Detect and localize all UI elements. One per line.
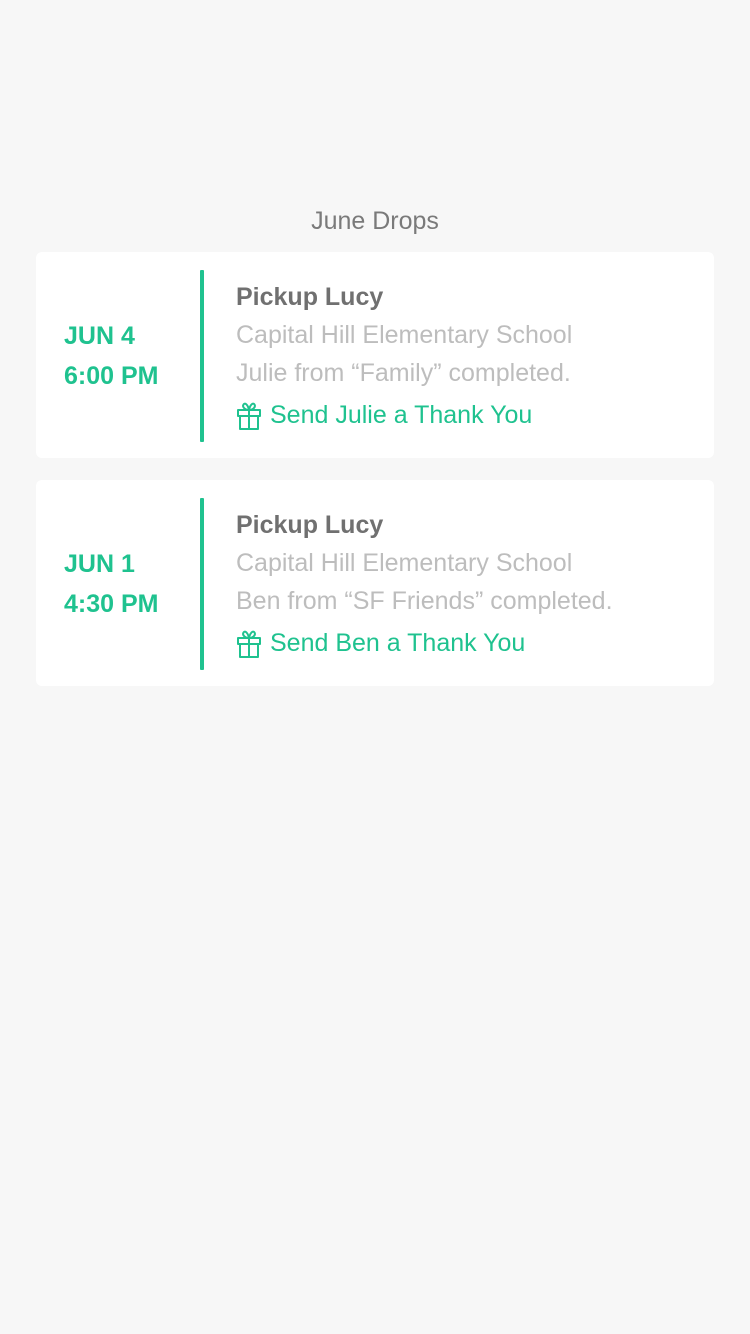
drop-details: Pickup Lucy Capital Hill Elementary Scho… [236,278,706,432]
drop-details: Pickup Lucy Capital Hill Elementary Scho… [236,506,706,660]
drop-date: JUN 1 [64,550,135,578]
drop-title: Pickup Lucy [236,283,384,311]
accent-divider [200,270,204,442]
drop-time: 4:30 PM [64,590,159,618]
drop-datetime: JUN 1 4:30 PM [64,544,214,624]
send-thank-you-label: Send Julie a Thank You [270,401,533,429]
drop-card[interactable]: JUN 4 6:00 PM Pickup Lucy Capital Hill E… [36,252,714,458]
drop-card[interactable]: JUN 1 4:30 PM Pickup Lucy Capital Hill E… [36,480,714,686]
send-thank-you-button[interactable]: Send Julie a Thank You [236,398,706,432]
drop-place: Capital Hill Elementary School [236,549,573,577]
send-thank-you-button[interactable]: Send Ben a Thank You [236,626,706,660]
drop-status: Ben from “SF Friends” completed. [236,587,613,615]
drop-datetime: JUN 4 6:00 PM [64,316,214,396]
gift-icon [236,399,262,431]
drop-place: Capital Hill Elementary School [236,321,573,349]
section-title: June Drops [311,207,439,235]
drop-date: JUN 4 [64,322,135,350]
drop-time: 6:00 PM [64,362,159,390]
accent-divider [200,498,204,670]
send-thank-you-label: Send Ben a Thank You [270,629,526,657]
gift-icon [236,627,262,659]
drop-status: Julie from “Family” completed. [236,359,571,387]
drop-title: Pickup Lucy [236,511,384,539]
